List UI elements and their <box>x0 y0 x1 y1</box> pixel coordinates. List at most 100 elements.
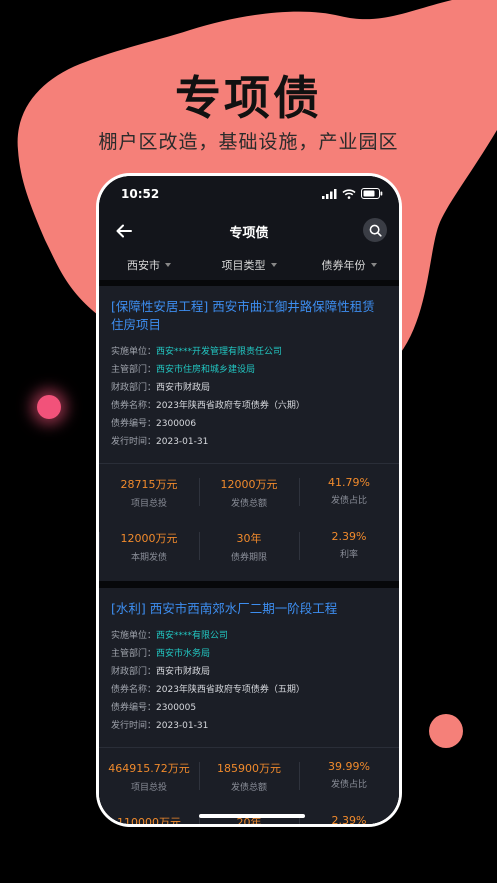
filter-city[interactable]: 西安市 <box>99 250 199 280</box>
field-key: 发行时间： <box>111 437 157 447</box>
field-value[interactable]: 西安****开发管理有限责任公司 <box>156 343 282 361</box>
project-title[interactable]: [保障性安居工程] 西安市曲江御井路保障性租赁住房项目 <box>111 298 387 334</box>
battery-icon <box>361 188 383 199</box>
phone-screen: 10:52 专项债 西安市 项目类型 债券年份 [保障性安居工程] 西安市曲江御… <box>99 176 399 824</box>
caret-down-icon <box>270 263 277 267</box>
search-icon <box>369 224 382 237</box>
field-value: 2023-01-31 <box>156 721 209 731</box>
field-value: 2300005 <box>156 703 197 713</box>
nav-bar: 专项债 <box>99 212 399 250</box>
field-key: 实施单位： <box>111 631 157 641</box>
phone-frame: 10:52 专项债 西安市 项目类型 债券年份 [保障性安居工程] 西安市曲江御… <box>96 173 402 827</box>
field-row: 债券编号： 2300005 <box>111 699 387 717</box>
stats-grid: 464915.72万元 项目总投 185900万元 发债总额 39.99% 发债占比 … <box>99 748 399 824</box>
stat-current-issue: 110000万元 <box>99 802 199 824</box>
pink-glow-dot <box>37 395 61 419</box>
field-key: 债券名称： <box>111 401 157 411</box>
field-value: 西安市财政局 <box>156 667 211 677</box>
filter-project-type-label: 项目类型 <box>221 259 266 272</box>
stat-total-investment: 28715万元 项目总投 <box>99 464 199 518</box>
field-row: 主管部门： 西安市水务局 <box>111 645 387 663</box>
stat-bond-term: 20年 <box>199 802 299 824</box>
stat-value: 12000万元 <box>120 532 178 545</box>
field-key: 债券名称： <box>111 685 157 695</box>
field-row: 财政部门： 西安市财政局 <box>111 663 387 681</box>
field-row: 债券编号： 2300006 <box>111 415 387 433</box>
caret-down-icon <box>165 263 171 267</box>
project-card[interactable]: [保障性安居工程] 西安市曲江御井路保障性租赁住房项目 实施单位： 西安****开… <box>99 286 399 581</box>
status-time: 10:52 <box>121 187 160 201</box>
field-key: 发行时间： <box>111 721 157 731</box>
hero-subtitle: 棚户区改造，基础设施，产业园区 <box>98 131 399 153</box>
field-row: 债券名称： 2023年陕西省政府专项债券（五期） <box>111 681 387 699</box>
field-row: 实施单位： 西安****开发管理有限责任公司 <box>111 343 387 361</box>
stat-bond-total: 185900万元 发债总额 <box>199 748 299 802</box>
coral-dot <box>429 714 463 748</box>
stat-value: 110000万元 <box>117 816 181 824</box>
stat-value: 30年 <box>236 532 262 545</box>
hero-title: 专项债 <box>175 71 322 125</box>
stat-value: 185900万元 <box>217 762 281 775</box>
home-indicator <box>199 814 305 818</box>
stat-label: 本期发债 <box>130 553 167 563</box>
filter-project-type[interactable]: 项目类型 <box>199 250 299 280</box>
field-key: 财政部门： <box>111 667 157 677</box>
stat-value: 2.39% <box>331 814 367 824</box>
filter-bond-year-label: 债券年份 <box>321 259 366 272</box>
field-value[interactable]: 西安****有限公司 <box>156 627 228 645</box>
stat-label: 发债占比 <box>330 496 367 506</box>
field-row: 实施单位： 西安****有限公司 <box>111 627 387 645</box>
field-row: 发行时间： 2023-01-31 <box>111 433 387 451</box>
field-value[interactable]: 西安市水务局 <box>156 645 210 663</box>
field-key: 债券编号： <box>111 703 157 713</box>
stat-label: 项目总投 <box>130 499 167 509</box>
field-value[interactable]: 西安市住房和城乡建设局 <box>156 361 255 379</box>
field-key: 财政部门： <box>111 383 157 393</box>
stat-bond-term: 30年债券期限 <box>199 518 299 572</box>
filter-bond-year[interactable]: 债券年份 <box>299 250 399 280</box>
field-value: 2023-01-31 <box>156 437 209 447</box>
status-bar: 10:52 <box>99 176 399 212</box>
stat-value: 41.79% <box>328 476 370 489</box>
stat-bond-ratio: 39.99% 发债占比 <box>299 748 399 802</box>
field-value: 2300006 <box>156 419 197 429</box>
field-row: 债券名称： 2023年陕西省政府专项债券（六期） <box>111 397 387 415</box>
field-key: 债券编号： <box>111 419 157 429</box>
field-row: 发行时间： 2023-01-31 <box>111 717 387 735</box>
field-value: 2023年陕西省政府专项债券（六期） <box>156 401 305 411</box>
field-key: 主管部门： <box>111 649 157 659</box>
page-title: 专项债 <box>229 226 269 241</box>
stat-interest-rate: 2.39% <box>299 802 399 824</box>
stat-interest-rate: 2.39% 利率 <box>299 518 399 572</box>
field-row: 主管部门： 西安市住房和城乡建设局 <box>111 361 387 379</box>
stat-value: 464915.72万元 <box>108 762 190 775</box>
filter-city-label: 西安市 <box>127 259 160 272</box>
stat-label: 发债总额 <box>230 499 267 509</box>
field-key: 主管部门： <box>111 365 157 375</box>
stat-value: 12000万元 <box>220 478 278 491</box>
stat-bond-total: 12000万元 发债总额 <box>199 464 299 518</box>
wifi-icon <box>342 188 356 199</box>
stat-label: 项目总投 <box>130 783 167 793</box>
stat-label: 发债占比 <box>330 780 367 790</box>
search-button[interactable] <box>363 218 387 242</box>
stat-bond-ratio: 41.79% 发债占比 <box>299 464 399 518</box>
filter-bar: 西安市 项目类型 债券年份 <box>99 250 399 280</box>
signal-icon <box>322 188 337 199</box>
field-row: 财政部门： 西安市财政局 <box>111 379 387 397</box>
stats-grid: 28715万元 项目总投 12000万元 发债总额 41.79% 发债占比 12000… <box>99 464 399 572</box>
caret-down-icon <box>370 263 377 267</box>
project-title[interactable]: [水利] 西安市西南郊水厂二期一阶段工程 <box>111 600 387 618</box>
stat-value: 39.99% <box>328 760 370 773</box>
stat-label: 债券期限 <box>230 553 267 563</box>
stat-current-issue: 12000万元 本期发债 <box>99 518 199 572</box>
stat-value: 2.39% <box>331 530 367 543</box>
status-icons <box>322 188 383 199</box>
field-key: 实施单位： <box>111 347 157 357</box>
field-value: 西安市财政局 <box>156 383 211 393</box>
project-list: [保障性安居工程] 西安市曲江御井路保障性租赁住房项目 实施单位： 西安****开… <box>99 280 399 824</box>
field-value: 2023年陕西省政府专项债券（五期） <box>156 685 305 695</box>
stat-label: 发债总额 <box>230 783 267 793</box>
project-card[interactable]: [水利] 西安市西南郊水厂二期一阶段工程 实施单位： 西安****有限公司 主管部… <box>99 588 399 824</box>
stat-total-investment: 464915.72万元 项目总投 <box>99 748 199 802</box>
